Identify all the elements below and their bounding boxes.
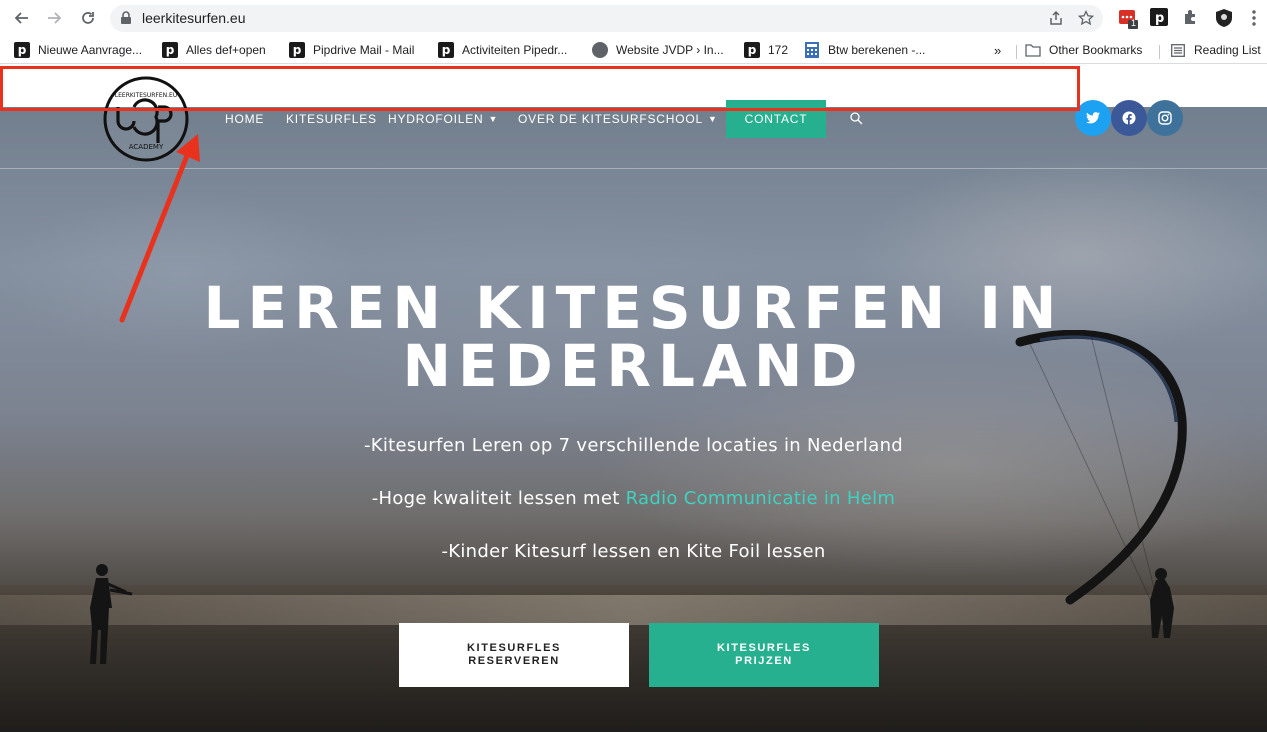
menu-hydrofoilen-label: HYDROFOILEN xyxy=(388,112,484,126)
hero-feature-locations: -Kitesurfen Leren op 7 verschillende loc… xyxy=(363,435,903,456)
back-button[interactable] xyxy=(12,8,32,28)
extension-badge-count: 1 xyxy=(1131,18,1137,28)
kitesurfles-reserveren-button[interactable]: KITESURFLES RESERVEREN xyxy=(399,623,629,687)
pipedrive-icon: p xyxy=(1150,8,1168,26)
annotation-arrow xyxy=(119,134,200,323)
pipedrive-icon: p xyxy=(438,42,454,58)
bookmark-item[interactable]: p Alles def+open xyxy=(162,41,266,59)
other-bookmarks-label: Other Bookmarks xyxy=(1049,43,1143,57)
menu-over-label: OVER DE KITESURFSCHOOL xyxy=(518,112,703,126)
hero-title-line: NEDERLAND xyxy=(402,332,865,400)
hero-feature-quality-text: -Hoge kwaliteit lessen met xyxy=(371,488,626,509)
bookmark-label: Website JVDP › In... xyxy=(616,43,724,57)
bookmark-item[interactable]: p Activiteiten Pipedr... xyxy=(438,41,567,59)
forward-button[interactable] xyxy=(44,8,64,28)
search-icon[interactable] xyxy=(849,111,863,125)
bookmark-label: Alles def+open xyxy=(186,43,266,57)
pipedrive-icon: p xyxy=(162,42,178,58)
reading-list-label: Reading List xyxy=(1194,43,1261,57)
bookmark-label: Nieuwe Aanvrage... xyxy=(38,43,143,57)
bookmark-item[interactable]: Website JVDP › In... xyxy=(592,41,724,59)
bookmarks-bar: p Nieuwe Aanvrage... p Alles def+open p … xyxy=(0,36,1267,64)
chevron-down-icon: ▼ xyxy=(488,114,499,124)
person-silhouette xyxy=(90,564,133,664)
chrome-menu-button[interactable] xyxy=(1246,8,1266,28)
pipedrive-icon: p xyxy=(744,42,760,58)
annotation-highlight-box xyxy=(0,66,1080,111)
browser-toolbar: leerkitesurfen.eu 1 p xyxy=(0,0,1267,36)
extension-badge-button[interactable]: 1 xyxy=(1118,8,1138,29)
extensions-button[interactable] xyxy=(1182,8,1202,28)
cta-label: PRIJZEN xyxy=(735,655,793,667)
kebab-menu-icon xyxy=(1252,10,1256,26)
menu-home-label: HOME xyxy=(225,112,265,126)
share-icon[interactable] xyxy=(1048,10,1064,26)
twitter-icon xyxy=(1086,112,1100,124)
bookmark-label: Activiteiten Pipedr... xyxy=(462,43,568,57)
reload-button[interactable] xyxy=(78,8,98,28)
calculator-icon xyxy=(804,42,820,58)
pipedrive-icon: p xyxy=(14,42,30,58)
globe-icon xyxy=(592,42,608,58)
bookmark-item[interactable]: Btw berekenen -... xyxy=(804,41,925,59)
bookmark-item[interactable]: p Pipdrive Mail - Mail xyxy=(289,41,414,59)
facebook-button[interactable] xyxy=(1111,100,1147,136)
menu-hydrofoilen[interactable]: HYDROFOILEN ▼ xyxy=(388,111,498,127)
bookmark-item[interactable]: p Nieuwe Aanvrage... xyxy=(14,41,142,59)
lock-icon xyxy=(121,11,131,24)
back-arrow-icon xyxy=(14,12,28,24)
bookmark-separator xyxy=(1016,45,1017,59)
profile-button[interactable] xyxy=(1214,8,1234,28)
address-bar[interactable]: leerkitesurfen.eu xyxy=(110,5,1103,32)
kitesurfles-prijzen-button[interactable]: KITESURFLES PRIJZEN xyxy=(649,623,879,687)
shield-avatar-icon xyxy=(1216,9,1232,27)
folder-icon xyxy=(1025,42,1041,58)
other-bookmarks-folder[interactable]: Other Bookmarks xyxy=(1025,41,1142,59)
bookmarks-overflow-button[interactable]: » xyxy=(994,41,1001,59)
reading-list-icon xyxy=(1170,42,1186,58)
reading-list-button[interactable]: Reading List xyxy=(1170,41,1261,59)
bookmark-label: Btw berekenen -... xyxy=(828,43,926,57)
menu-kitesurfles-label: KITESURFLES xyxy=(286,112,377,126)
facebook-icon xyxy=(1122,111,1136,125)
bookmark-separator xyxy=(1159,45,1160,59)
cta-label: KITESURFLES xyxy=(467,642,561,654)
pipedrive-extension-button[interactable]: p xyxy=(1150,8,1170,28)
puzzle-icon xyxy=(1185,10,1195,24)
hero-feature-kids: -Kinder Kitesurf lessen en Kite Foil les… xyxy=(441,541,826,562)
bookmark-label: 172 xyxy=(768,43,789,57)
reload-icon xyxy=(82,12,94,24)
menu-home[interactable]: HOME xyxy=(225,111,264,127)
hero-feature-quality: -Hoge kwaliteit lessen met Radio Communi… xyxy=(0,488,1267,509)
forward-arrow-icon xyxy=(48,12,62,24)
pipedrive-icon: p xyxy=(289,42,305,58)
menu-kitesurfles[interactable]: KITESURFLES xyxy=(286,111,377,127)
bookmark-item[interactable]: p 172 xyxy=(744,41,788,59)
instagram-button[interactable] xyxy=(1147,100,1183,136)
cta-label: RESERVEREN xyxy=(468,655,560,667)
chevron-down-icon: ▼ xyxy=(707,114,718,124)
instagram-icon xyxy=(1158,111,1172,125)
bookmark-star-icon[interactable] xyxy=(1078,10,1094,26)
radio-communicatie-link[interactable]: Radio Communicatie in Helm xyxy=(626,488,896,509)
twitter-button[interactable] xyxy=(1075,100,1111,136)
svg-text:p: p xyxy=(1155,11,1164,26)
cta-label: KITESURFLES xyxy=(717,642,811,654)
menu-over-de-kitesurfschool[interactable]: OVER DE KITESURFSCHOOL ▼ xyxy=(518,111,718,127)
url-text: leerkitesurfen.eu xyxy=(142,10,246,26)
extension-icon xyxy=(1119,10,1138,29)
bookmark-label: Pipdrive Mail - Mail xyxy=(313,43,415,57)
